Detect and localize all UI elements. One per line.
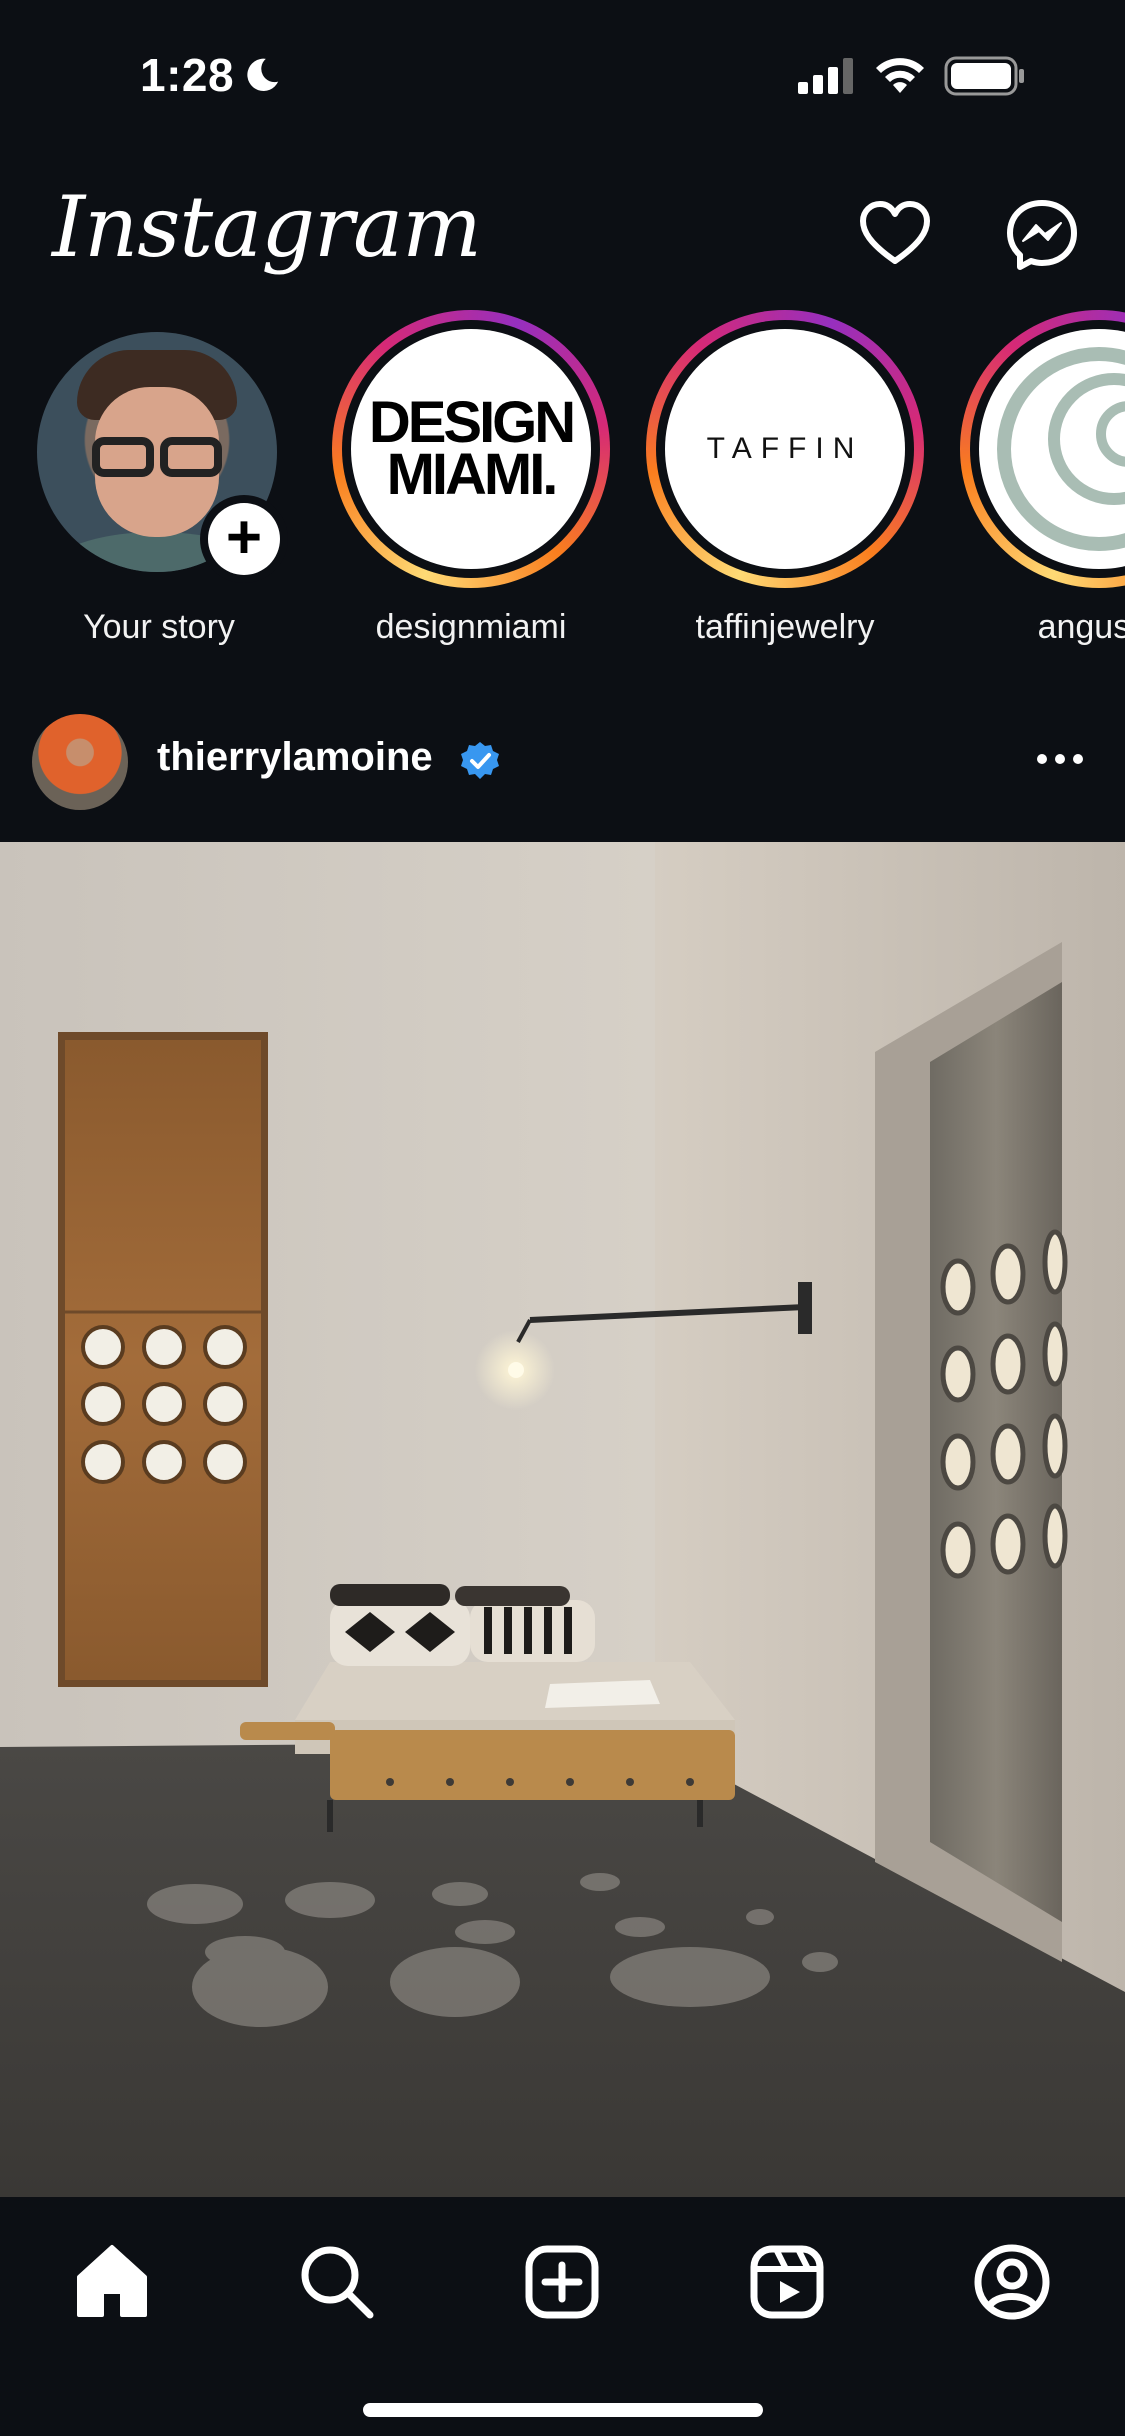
plus-icon: + xyxy=(208,503,280,575)
story-label: angusro xyxy=(1037,608,1125,646)
story-ring xyxy=(960,310,1125,588)
home-icon[interactable] xyxy=(67,2237,157,2327)
app-header: Instagram xyxy=(0,170,1125,300)
moon-icon xyxy=(247,58,279,91)
story-taffinjewelry[interactable]: TAFFIN taffinjewelry xyxy=(629,310,929,650)
bottom-nav xyxy=(0,2197,1125,2436)
messenger-icon[interactable] xyxy=(1002,195,1082,275)
avatar: DESIGN MIAMI. xyxy=(351,329,591,569)
swirl-artwork xyxy=(997,347,1125,551)
heart-icon[interactable] xyxy=(855,195,935,275)
story-your-story[interactable]: + Your story xyxy=(0,310,300,650)
post-image[interactable] xyxy=(0,842,1125,2197)
story-label: taffinjewelry xyxy=(695,608,875,646)
status-bar: 1:28 xyxy=(0,0,1125,150)
story-label: Your story xyxy=(83,608,235,646)
room-photo xyxy=(0,842,1125,2197)
post-author-avatar[interactable] xyxy=(32,714,128,810)
battery-icon xyxy=(944,56,1024,96)
story-ring: TAFFIN xyxy=(646,310,924,588)
story-label: designmiami xyxy=(375,608,567,646)
instagram-logo[interactable]: Instagram xyxy=(52,178,482,276)
add-story-button[interactable]: + xyxy=(200,495,288,583)
profile-icon[interactable] xyxy=(967,2237,1057,2327)
story-ring: DESIGN MIAMI. xyxy=(332,310,610,588)
more-horizontal-icon[interactable] xyxy=(1030,737,1090,781)
cellular-signal-icon xyxy=(798,58,853,94)
avatar xyxy=(979,329,1125,569)
verified-badge-icon xyxy=(461,742,499,779)
designmiami-logo: DESIGN MIAMI. xyxy=(368,390,576,507)
create-icon[interactable] xyxy=(517,2237,607,2327)
status-time: 1:28 xyxy=(140,49,235,101)
wifi-icon xyxy=(876,58,924,93)
avatar: TAFFIN xyxy=(665,329,905,569)
reels-icon[interactable] xyxy=(742,2237,832,2327)
search-icon[interactable] xyxy=(292,2237,382,2327)
story-angusro[interactable]: angusro xyxy=(943,310,1125,650)
home-indicator[interactable] xyxy=(363,2403,763,2417)
post-header: thierrylamoine xyxy=(0,705,1125,815)
story-designmiami[interactable]: DESIGN MIAMI. designmiami xyxy=(315,310,615,650)
post-username[interactable]: thierrylamoine xyxy=(157,735,433,780)
taffin-logo: TAFFIN xyxy=(706,432,864,465)
stories-tray: + Your story DESIGN MIAMI. designmiami TA… xyxy=(0,310,1125,660)
